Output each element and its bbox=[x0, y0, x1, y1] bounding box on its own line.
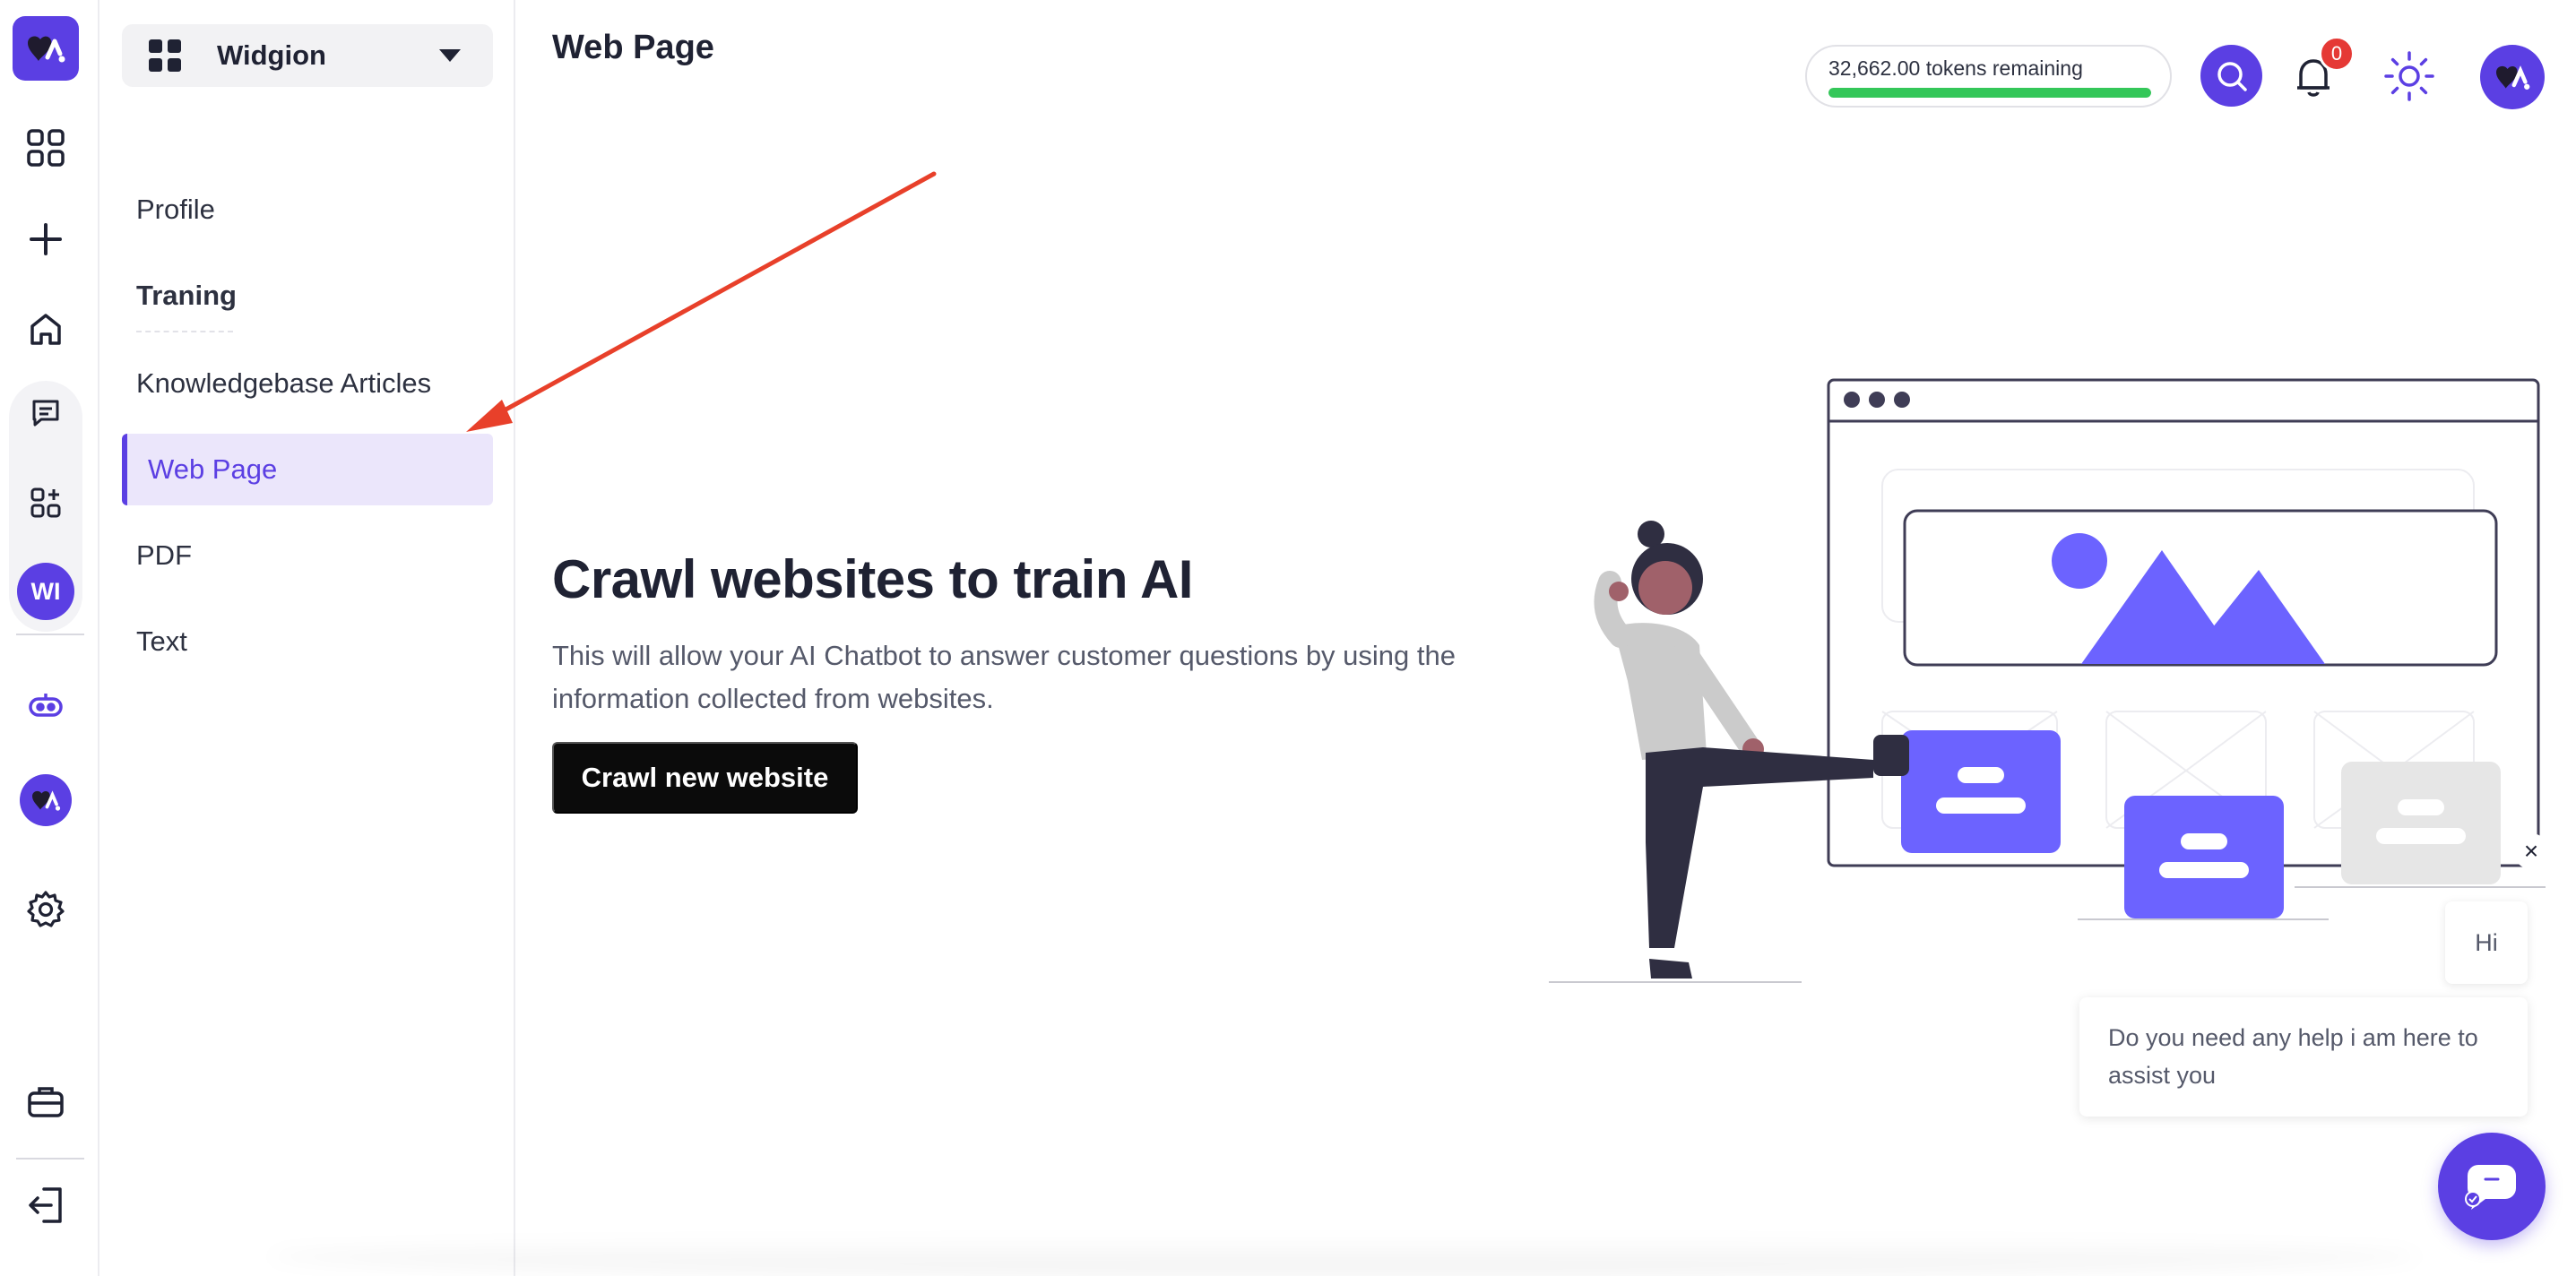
settings-gear-icon[interactable] bbox=[18, 882, 73, 937]
logout-icon[interactable] bbox=[18, 1177, 73, 1233]
search-icon bbox=[2217, 61, 2247, 91]
workspace-avatar[interactable]: WI bbox=[17, 563, 74, 620]
empty-state-title: Crawl websites to train AI bbox=[552, 549, 1193, 609]
dashboard-grid-icon[interactable] bbox=[18, 120, 73, 176]
sidebar-item-knowledgebase[interactable]: Knowledgebase Articles bbox=[136, 367, 431, 400]
section-divider bbox=[136, 331, 233, 332]
tokens-indicator: 32,662.00 tokens remaining bbox=[1805, 45, 2172, 108]
widgets-add-icon[interactable] bbox=[18, 475, 73, 530]
tokens-progress-bar bbox=[1828, 88, 2151, 98]
chat-greeting-bubble[interactable]: Hi bbox=[2445, 901, 2528, 984]
sidebar-item-profile[interactable]: Profile bbox=[136, 194, 215, 226]
crawl-illustration bbox=[1549, 378, 2546, 983]
sidebar-item-web-page[interactable]: Web Page bbox=[122, 434, 493, 505]
tokens-remaining-text: 32,662.00 tokens remaining bbox=[1828, 56, 2083, 80]
workspace-grid-icon bbox=[149, 39, 181, 72]
robot-icon[interactable] bbox=[18, 677, 73, 733]
sidebar-item-text[interactable]: Text bbox=[136, 625, 187, 658]
briefcase-icon[interactable] bbox=[18, 1073, 73, 1129]
chat-close-button[interactable]: × bbox=[2513, 833, 2549, 869]
chat-bubble-icon bbox=[2465, 1165, 2516, 1210]
rail-divider bbox=[16, 634, 84, 635]
chevron-down-icon bbox=[439, 49, 461, 62]
chat-icon[interactable] bbox=[18, 385, 73, 441]
plus-icon[interactable] bbox=[18, 211, 73, 267]
bottom-shadow bbox=[269, 1237, 2420, 1276]
workspace-selector[interactable]: Widgion bbox=[122, 24, 493, 87]
crawl-new-website-button[interactable]: Crawl new website bbox=[552, 742, 858, 814]
icon-rail: WI bbox=[0, 0, 99, 1276]
sidebar-item-label: Web Page bbox=[148, 453, 278, 485]
theme-toggle-sun-icon[interactable] bbox=[2383, 50, 2435, 102]
sidebar-item-pdf[interactable]: PDF bbox=[136, 539, 192, 572]
chat-launcher-button[interactable] bbox=[2438, 1133, 2546, 1240]
home-icon[interactable] bbox=[18, 301, 73, 357]
empty-state-description: This will allow your AI Chatbot to answe… bbox=[552, 640, 1456, 714]
rail-divider-bottom bbox=[16, 1158, 84, 1160]
notification-count-badge: 0 bbox=[2319, 36, 2355, 72]
tokens-progress-fill bbox=[1828, 88, 2151, 98]
workspace-name: Widgion bbox=[217, 39, 326, 71]
search-button[interactable] bbox=[2200, 45, 2262, 107]
chat-help-bubble[interactable]: Do you need any help i am here to assist… bbox=[2079, 997, 2528, 1116]
user-avatar[interactable] bbox=[2480, 45, 2545, 109]
page-title: Web Page bbox=[552, 29, 714, 66]
sidebar-section-training: Traning bbox=[136, 280, 237, 311]
bot-avatar[interactable] bbox=[20, 774, 72, 826]
widgion-logo-icon[interactable] bbox=[13, 16, 79, 81]
